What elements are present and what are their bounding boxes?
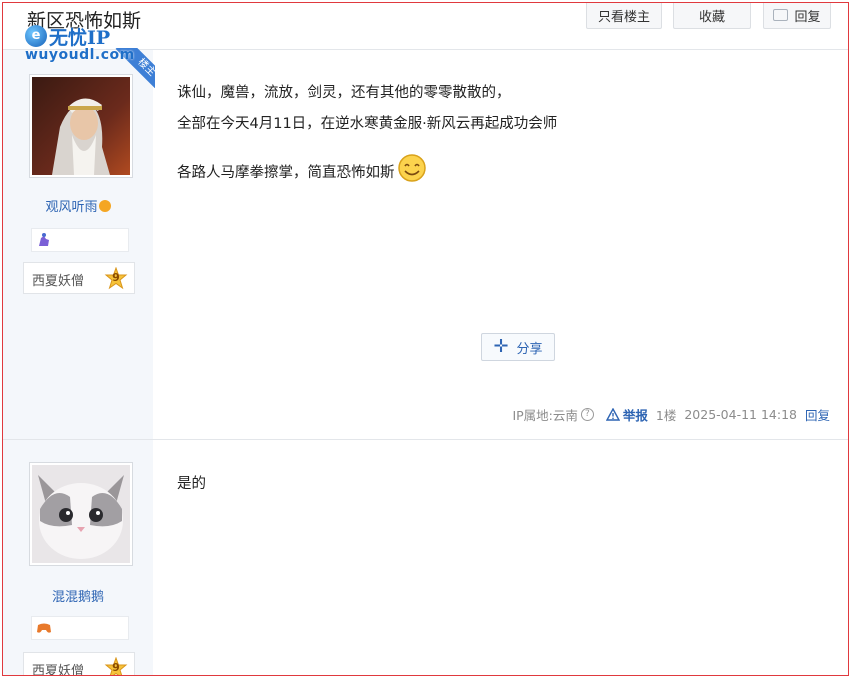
post-author-sidebar: 混混鹅鹅 西夏妖僧 9 [3, 440, 153, 676]
post-1: 楼主 观风听雨 西夏妖僧 9 诛仙，魔兽，流放，剑灵，还有其他的零零散散的， 全… [3, 48, 848, 440]
level-name: 西夏妖僧 [32, 664, 85, 676]
username-text: 观风听雨 [45, 200, 98, 215]
only-owner-button[interactable]: 只看楼主 [586, 3, 662, 29]
plus-icon: ✛ [493, 336, 509, 357]
comment-icon [773, 9, 789, 21]
post-text-line: 各路人马摩拳擦掌，简直恐怖如斯 [177, 153, 427, 183]
favorite-button[interactable]: 收藏 [673, 3, 751, 29]
post-text: 是的 [177, 476, 206, 492]
gamepad-icon [37, 623, 51, 633]
post-time: 2025-04-11 14:18 [684, 407, 797, 422]
avatar[interactable] [29, 462, 133, 566]
level-number: 9 [112, 271, 120, 284]
post-text-line: 诛仙，魔兽，流放，剑灵，还有其他的零零散散的， [177, 85, 511, 101]
floor-number: 1楼 [655, 408, 677, 423]
level-star-icon: 9 [104, 266, 128, 291]
ip-location: IP属地:云南 [512, 408, 578, 423]
smiley-emoji-icon [397, 154, 426, 182]
report-label: 举报 [622, 408, 648, 423]
watermark: e 无忧IP wuyoudl.com [25, 23, 155, 67]
username[interactable]: 混混鹅鹅 [3, 586, 153, 605]
username[interactable]: 观风听雨 [3, 196, 153, 215]
warning-icon [605, 408, 620, 421]
post-reply-link[interactable]: 回复 [805, 405, 830, 424]
share-label: 分享 [516, 341, 543, 357]
level-badge: 西夏妖僧 9 [23, 262, 135, 294]
level-number: 9 [112, 661, 120, 674]
reply-button-label: 回复 [794, 9, 821, 25]
report-button[interactable]: 举报 [605, 405, 648, 424]
watermark-logo-icon: e [25, 25, 47, 47]
post-text-line-text: 各路人马摩拳擦掌，简直恐怖如斯 [177, 165, 395, 181]
avatar-image [32, 465, 130, 563]
user-badge-box [31, 228, 129, 252]
emoji-badge-icon [98, 200, 111, 212]
help-icon[interactable]: ? [580, 408, 594, 421]
level-name: 西夏妖僧 [32, 274, 85, 289]
watermark-brand: 无忧IP [49, 27, 111, 49]
user-badge-box [31, 616, 129, 640]
page-frame: 新区恐怖如斯 只看楼主 收藏 回复 e 无忧IP wuyoudl.com 楼主 … [2, 2, 849, 676]
share-button[interactable]: ✛ 分享 [481, 333, 555, 361]
post-text-line: 全部在今天4月11日，在逆水寒黄金服·新风云再起成功会师 [177, 116, 558, 132]
watermark-url: wuyoudl.com [25, 47, 135, 63]
level-badge: 西夏妖僧 9 [23, 652, 135, 676]
post-2: 混混鹅鹅 西夏妖僧 9 是的 [3, 440, 848, 676]
horse-rider-icon [39, 233, 49, 246]
avatar-image [32, 77, 130, 175]
reply-button[interactable]: 回复 [763, 3, 831, 29]
post-meta: IP属地:云南 ? 举报 1楼 2025-04-11 14:18 回复 [512, 405, 830, 424]
avatar[interactable] [29, 74, 133, 178]
level-star-icon: 9 [104, 656, 128, 675]
post-author-sidebar: 楼主 观风听雨 西夏妖僧 9 [3, 48, 155, 439]
